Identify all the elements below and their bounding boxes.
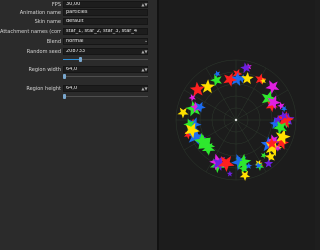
properties-panel: FPS 30,00 ▲▼ Animation name particles Sk… [0, 0, 157, 250]
region-width-label: Region width [28, 67, 62, 73]
animation-name-field[interactable]: particles [63, 9, 148, 16]
region-width-spinner-icon[interactable]: ▲▼ [141, 66, 148, 73]
particle-star [210, 74, 222, 87]
random-seed-field[interactable]: 208733 [63, 48, 148, 55]
region-height-label: Region height [26, 86, 61, 92]
region-height-slider[interactable] [63, 94, 148, 99]
region-width-slider[interactable] [63, 74, 148, 79]
blend-label: Blend [46, 39, 61, 45]
skin-name-row: Skin name default [0, 18, 157, 27]
particle-star [255, 73, 267, 85]
attachment-names-label: Attachment names (comma) [0, 29, 61, 35]
slider-thumb[interactable] [63, 74, 66, 79]
slider-track [63, 76, 148, 77]
random-seed-slider[interactable] [63, 57, 148, 62]
slider-track [63, 96, 148, 97]
chevron-down-icon[interactable]: ⌄ [144, 38, 148, 45]
random-seed-label: Random seed [26, 49, 61, 55]
region-height-row: Region height 64,0 ▲▼ [0, 85, 157, 94]
blend-row: Blend normal ⌄ [0, 38, 157, 47]
animation-name-row: Animation name particles [0, 9, 157, 18]
origin-marker [234, 118, 238, 122]
fps-field[interactable]: 30,00 [63, 1, 148, 8]
slider-thumb[interactable] [79, 57, 82, 62]
random-seed-spinner-icon[interactable]: ▲▼ [141, 48, 148, 55]
preview-viewport[interactable] [159, 0, 315, 250]
skin-name-field[interactable]: default [63, 18, 148, 25]
particle-star [226, 170, 233, 177]
particle-star [200, 79, 215, 94]
particle-star [265, 80, 280, 95]
region-width-field[interactable]: 64,0 [63, 66, 148, 73]
fps-label: FPS [51, 2, 61, 8]
particle-star [239, 170, 251, 181]
skin-name-label: Skin name [34, 19, 61, 25]
particle-star [189, 81, 205, 97]
particle-star [177, 107, 189, 119]
fps-spinner-icon[interactable]: ▲▼ [141, 1, 148, 8]
blend-select[interactable]: normal [63, 38, 148, 45]
region-height-spinner-icon[interactable]: ▲▼ [141, 85, 148, 92]
attachment-names-field[interactable]: star_1, star_2, star_3, star_4 [63, 28, 148, 35]
attachment-names-row: Attachment names (comma) star_1, star_2,… [0, 28, 157, 37]
slider-fill [63, 59, 80, 60]
random-seed-row: Random seed 208733 ▲▼ [0, 48, 157, 57]
region-height-field[interactable]: 64,0 [63, 85, 148, 92]
particle-star [264, 158, 274, 168]
particle-preview [175, 59, 297, 181]
slider-thumb[interactable] [63, 94, 66, 99]
animation-name-label: Animation name [19, 10, 61, 16]
